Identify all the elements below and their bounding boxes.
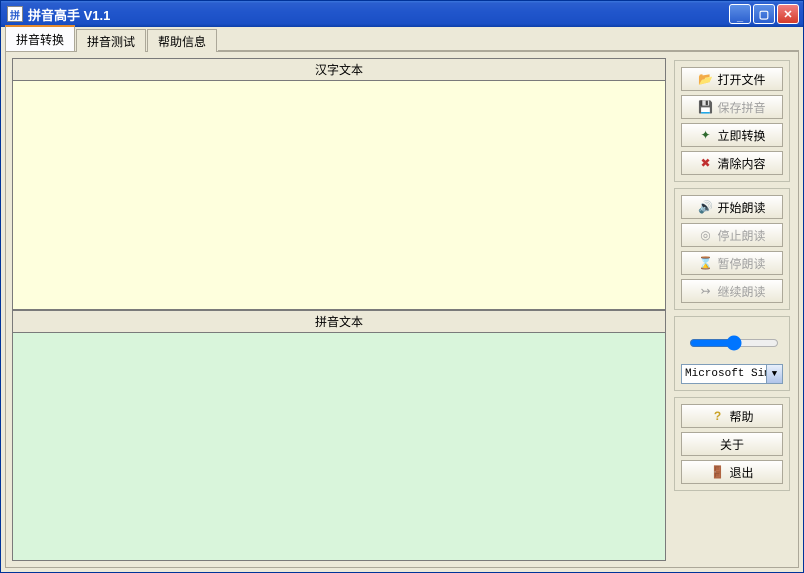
hourglass-icon: ⌛ (698, 256, 712, 270)
dropdown-icon: ▼ (766, 365, 782, 383)
stop-read-button[interactable]: ◎ 停止朗读 (681, 223, 783, 247)
about-button[interactable]: 关于 (681, 432, 783, 456)
pause-read-label: 暂停朗读 (717, 255, 765, 272)
exit-button[interactable]: 🚪 退出 (681, 460, 783, 484)
clear-content-button[interactable]: ✖ 清除内容 (681, 151, 783, 175)
stop-icon: ◎ (698, 228, 712, 242)
tab-panel-convert: 汉字文本 拼音文本 📂 打开文件 💾 保存拼音 ✦ 立 (5, 51, 799, 568)
tab-convert[interactable]: 拼音转换 (5, 25, 75, 51)
help-icon: ? (710, 409, 724, 423)
misc-group: ? 帮助 关于 🚪 退出 (674, 397, 790, 491)
pinyin-panel: 拼音文本 (12, 310, 666, 562)
client-area: 拼音转换 拼音测试 帮助信息 汉字文本 拼音文本 📂 打开文件 💾 (1, 27, 803, 572)
voice-group: Microsoft Simpl ▼ (674, 316, 790, 391)
convert-now-button[interactable]: ✦ 立即转换 (681, 123, 783, 147)
editor-column: 汉字文本 拼音文本 (12, 58, 666, 561)
window-title: 拼音高手 V1.1 (28, 5, 729, 24)
pinyin-textarea[interactable] (13, 333, 665, 561)
tab-test[interactable]: 拼音测试 (76, 29, 146, 52)
stop-read-label: 停止朗读 (717, 227, 765, 244)
tab-bar: 拼音转换 拼音测试 帮助信息 (5, 29, 799, 51)
start-read-button[interactable]: 🔊 开始朗读 (681, 195, 783, 219)
save-pinyin-button[interactable]: 💾 保存拼音 (681, 95, 783, 119)
tab-spacer (218, 50, 799, 51)
app-icon: 拼 (7, 6, 23, 22)
sidebar: 📂 打开文件 💾 保存拼音 ✦ 立即转换 ✖ 清除内容 🔊 (672, 58, 792, 561)
exit-icon: 🚪 (710, 465, 724, 479)
read-group: 🔊 开始朗读 ◎ 停止朗读 ⌛ 暂停朗读 ↣ 继续朗读 (674, 188, 790, 310)
title-bar: 拼 拼音高手 V1.1 _ ▢ ✕ (1, 1, 803, 27)
clear-icon: ✖ (698, 156, 712, 170)
close-button[interactable]: ✕ (777, 4, 799, 24)
file-group: 📂 打开文件 💾 保存拼音 ✦ 立即转换 ✖ 清除内容 (674, 60, 790, 182)
window-buttons: _ ▢ ✕ (729, 4, 799, 24)
speaker-icon: 🔊 (698, 200, 712, 214)
hanzi-panel-title: 汉字文本 (13, 59, 665, 81)
pause-read-button[interactable]: ⌛ 暂停朗读 (681, 251, 783, 275)
speed-slider-wrap (681, 323, 783, 360)
hanzi-panel: 汉字文本 (12, 58, 666, 310)
folder-open-icon: 📂 (698, 72, 712, 86)
minimize-button[interactable]: _ (729, 4, 751, 24)
convert-icon: ✦ (698, 128, 712, 142)
open-file-label: 打开文件 (717, 71, 765, 88)
pinyin-panel-title: 拼音文本 (13, 311, 665, 333)
resume-read-button[interactable]: ↣ 继续朗读 (681, 279, 783, 303)
open-file-button[interactable]: 📂 打开文件 (681, 67, 783, 91)
save-icon: 💾 (698, 100, 712, 114)
hanzi-textarea[interactable] (13, 81, 665, 309)
about-label: 关于 (720, 436, 744, 453)
maximize-button[interactable]: ▢ (753, 4, 775, 24)
help-button[interactable]: ? 帮助 (681, 404, 783, 428)
voice-select-text: Microsoft Simpl (682, 368, 766, 380)
speed-slider[interactable] (689, 335, 779, 351)
clear-content-label: 清除内容 (717, 155, 765, 172)
start-read-label: 开始朗读 (717, 199, 765, 216)
tab-help[interactable]: 帮助信息 (147, 29, 217, 52)
resume-arrow-icon: ↣ (698, 284, 712, 298)
voice-select[interactable]: Microsoft Simpl ▼ (681, 364, 783, 384)
resume-read-label: 继续朗读 (717, 283, 765, 300)
save-pinyin-label: 保存拼音 (717, 99, 765, 116)
convert-now-label: 立即转换 (717, 127, 765, 144)
help-label: 帮助 (729, 408, 753, 425)
exit-label: 退出 (729, 464, 753, 481)
